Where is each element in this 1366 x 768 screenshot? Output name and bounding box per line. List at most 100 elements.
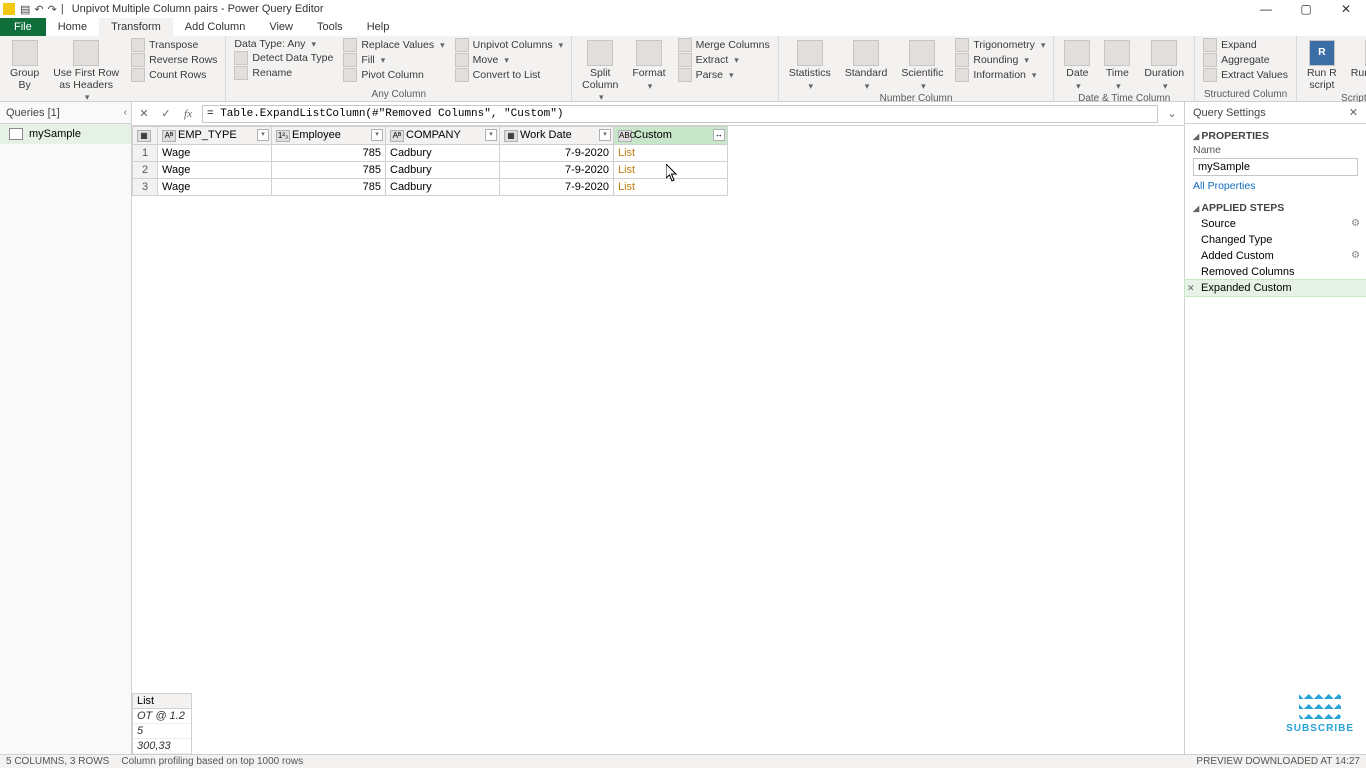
fx-icon[interactable]: fx bbox=[180, 106, 196, 122]
run-python-button[interactable]: PyRun Python script bbox=[1347, 38, 1366, 93]
tab-tools[interactable]: Tools bbox=[305, 18, 355, 36]
standard-button[interactable]: Standard▾ bbox=[841, 38, 892, 93]
delete-step-icon[interactable]: ✕ bbox=[1187, 283, 1195, 294]
accept-formula-icon[interactable]: ✓ bbox=[158, 106, 174, 122]
cell-work-date[interactable]: 7-9-2020 bbox=[500, 162, 614, 179]
cell-employee[interactable]: 785 bbox=[272, 179, 386, 196]
tab-view[interactable]: View bbox=[257, 18, 305, 36]
col-header-emp-type[interactable]: AᴮEMP_TYPE▾ bbox=[158, 127, 272, 145]
table-row[interactable]: 3Wage785Cadbury7-9-2020List bbox=[133, 179, 728, 196]
filter-icon[interactable]: ▾ bbox=[257, 129, 269, 141]
corner-cell[interactable]: ▦ bbox=[133, 127, 158, 145]
tab-add-column[interactable]: Add Column bbox=[173, 18, 258, 36]
name-label: Name bbox=[1193, 144, 1358, 156]
filter-icon[interactable]: ▾ bbox=[485, 129, 497, 141]
aggregate-button[interactable]: Aggregate bbox=[1201, 53, 1290, 67]
cell-emp-type[interactable]: Wage bbox=[158, 145, 272, 162]
format-button[interactable]: Format▾ bbox=[628, 38, 669, 93]
cell-custom-list[interactable]: List bbox=[614, 162, 728, 179]
row-number[interactable]: 1 bbox=[133, 145, 158, 162]
split-column-button[interactable]: Split Column▾ bbox=[578, 38, 622, 105]
col-header-work-date[interactable]: ▦Work Date▾ bbox=[500, 127, 614, 145]
parse-button[interactable]: Parse▾ bbox=[676, 68, 772, 82]
query-item[interactable]: mySample bbox=[0, 124, 131, 144]
expand-formula-icon[interactable]: ⌄ bbox=[1164, 107, 1180, 120]
cell-company[interactable]: Cadbury bbox=[386, 145, 500, 162]
date-button[interactable]: Date▾ bbox=[1060, 38, 1094, 93]
formula-input[interactable] bbox=[202, 105, 1158, 123]
quick-access-toolbar[interactable]: ▤ ↶ ↷ | bbox=[18, 3, 66, 16]
maximize-button[interactable]: ▢ bbox=[1286, 2, 1326, 16]
row-number[interactable]: 3 bbox=[133, 179, 158, 196]
cell-work-date[interactable]: 7-9-2020 bbox=[500, 179, 614, 196]
collapse-queries-icon[interactable]: ‹ bbox=[124, 107, 127, 118]
scientific-button[interactable]: Scientific▾ bbox=[897, 38, 947, 93]
save-icon[interactable]: ▤ bbox=[20, 3, 30, 16]
move-button[interactable]: Move▾ bbox=[453, 53, 565, 67]
filter-icon[interactable]: ▾ bbox=[599, 129, 611, 141]
expand-button[interactable]: Expand bbox=[1201, 38, 1290, 52]
col-header-company[interactable]: AᴮCOMPANY▾ bbox=[386, 127, 500, 145]
reverse-rows-button[interactable]: Reverse Rows bbox=[129, 53, 219, 67]
redo-icon[interactable]: ↷ bbox=[48, 3, 57, 16]
step-label: Expanded Custom bbox=[1201, 282, 1292, 294]
duration-button[interactable]: Duration▾ bbox=[1140, 38, 1188, 93]
cell-work-date[interactable]: 7-9-2020 bbox=[500, 145, 614, 162]
data-type-button[interactable]: Data Type: Any▾ bbox=[232, 38, 335, 50]
detect-data-type-button[interactable]: Detect Data Type bbox=[232, 51, 335, 65]
cell-emp-type[interactable]: Wage bbox=[158, 179, 272, 196]
extract-button[interactable]: Extract▾ bbox=[676, 53, 772, 67]
row-number[interactable]: 2 bbox=[133, 162, 158, 179]
convert-to-list-button[interactable]: Convert to List bbox=[453, 68, 565, 82]
data-grid[interactable]: ▦ AᴮEMP_TYPE▾ 1²₃Employee▾ AᴮCOMPANY▾ ▦W… bbox=[132, 126, 1184, 754]
cell-company[interactable]: Cadbury bbox=[386, 162, 500, 179]
all-properties-link[interactable]: All Properties bbox=[1185, 176, 1366, 196]
group-by-button[interactable]: Group By bbox=[6, 38, 43, 93]
count-rows-button[interactable]: Count Rows bbox=[129, 68, 219, 82]
applied-step[interactable]: ✕ Expanded Custom bbox=[1185, 280, 1366, 296]
rename-button[interactable]: Rename bbox=[232, 66, 335, 80]
gear-icon[interactable]: ⚙ bbox=[1351, 250, 1360, 261]
table-row[interactable]: 2Wage785Cadbury7-9-2020List bbox=[133, 162, 728, 179]
trigonometry-button[interactable]: Trigonometry▾ bbox=[953, 38, 1047, 52]
cell-emp-type[interactable]: Wage bbox=[158, 162, 272, 179]
expand-column-icon[interactable]: ↔ bbox=[713, 129, 725, 141]
close-button[interactable]: ✕ bbox=[1326, 2, 1366, 16]
cell-custom-list[interactable]: List bbox=[614, 145, 728, 162]
run-r-button[interactable]: RRun R script bbox=[1303, 38, 1341, 93]
table-row[interactable]: 1Wage785Cadbury7-9-2020List bbox=[133, 145, 728, 162]
replace-values-button[interactable]: Replace Values▾ bbox=[341, 38, 446, 52]
close-settings-icon[interactable]: ✕ bbox=[1349, 106, 1358, 119]
filter-icon[interactable]: ▾ bbox=[371, 129, 383, 141]
use-first-row-button[interactable]: Use First Row as Headers▾ bbox=[49, 38, 123, 105]
cell-employee[interactable]: 785 bbox=[272, 145, 386, 162]
tab-home[interactable]: Home bbox=[46, 18, 99, 36]
transpose-button[interactable]: Transpose bbox=[129, 38, 219, 52]
applied-step[interactable]: Added Custom⚙ bbox=[1185, 248, 1366, 264]
col-header-employee[interactable]: 1²₃Employee▾ bbox=[272, 127, 386, 145]
unpivot-columns-button[interactable]: Unpivot Columns▾ bbox=[453, 38, 565, 52]
extract-values-button[interactable]: Extract Values bbox=[1201, 68, 1290, 82]
fill-button[interactable]: Fill▾ bbox=[341, 53, 446, 67]
rounding-button[interactable]: Rounding▾ bbox=[953, 53, 1047, 67]
applied-step[interactable]: Changed Type bbox=[1185, 232, 1366, 248]
minimize-button[interactable]: — bbox=[1246, 2, 1286, 16]
information-button[interactable]: Information▾ bbox=[953, 68, 1047, 82]
cell-employee[interactable]: 785 bbox=[272, 162, 386, 179]
cell-company[interactable]: Cadbury bbox=[386, 179, 500, 196]
gear-icon[interactable]: ⚙ bbox=[1351, 218, 1360, 229]
cell-custom-list[interactable]: List bbox=[614, 179, 728, 196]
applied-step[interactable]: Source⚙ bbox=[1185, 216, 1366, 232]
tab-file[interactable]: File bbox=[0, 18, 46, 36]
query-name-input[interactable] bbox=[1193, 158, 1358, 176]
applied-step[interactable]: Removed Columns bbox=[1185, 264, 1366, 280]
merge-columns-button[interactable]: Merge Columns bbox=[676, 38, 772, 52]
cancel-formula-icon[interactable]: ✕ bbox=[136, 106, 152, 122]
tab-help[interactable]: Help bbox=[355, 18, 402, 36]
tab-transform[interactable]: Transform bbox=[99, 18, 173, 36]
statistics-button[interactable]: Statistics▾ bbox=[785, 38, 835, 93]
col-header-custom[interactable]: ABCCustom↔ bbox=[614, 127, 728, 145]
time-button[interactable]: Time▾ bbox=[1100, 38, 1134, 93]
pivot-column-button[interactable]: Pivot Column bbox=[341, 68, 446, 82]
undo-icon[interactable]: ↶ bbox=[34, 3, 43, 16]
